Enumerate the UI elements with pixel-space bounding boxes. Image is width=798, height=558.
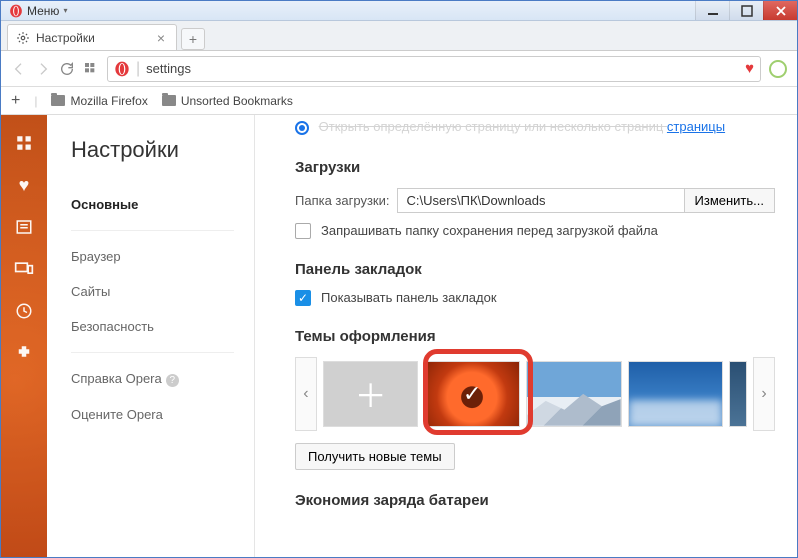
maximize-button[interactable] (729, 1, 763, 20)
page-title: Настройки (71, 137, 254, 163)
sidebar-item-security[interactable]: Безопасность (71, 309, 254, 344)
rail-speed-dial-icon[interactable] (14, 133, 34, 153)
carousel-next-button[interactable]: › (753, 357, 775, 431)
startup-option-row[interactable]: Открыть определённую страницу или нескол… (295, 115, 775, 137)
chevron-down-icon: ▾ (63, 6, 67, 15)
rail-news-icon[interactable] (14, 217, 34, 237)
theme-option-selected[interactable]: ✓ (424, 361, 520, 427)
speed-dial-button[interactable] (83, 61, 99, 77)
reload-button[interactable] (59, 61, 75, 77)
settings-sidebar: Настройки Основные Браузер Сайты Безопас… (47, 115, 255, 557)
sync-button[interactable] (769, 60, 787, 78)
new-tab-button[interactable]: + (181, 28, 205, 50)
get-themes-button[interactable]: Получить новые темы (295, 443, 455, 470)
body-area: ♥ Настройки Основные Браузер Сайты Безоп… (1, 115, 797, 557)
download-folder-input[interactable] (397, 188, 684, 213)
menu-label: Меню (27, 4, 59, 18)
opera-menu-button[interactable]: Меню ▾ (1, 1, 75, 20)
bookmark-label: Mozilla Firefox (70, 94, 147, 108)
sidebar-item-sites[interactable]: Сайты (71, 274, 254, 309)
toolbar: | ♥ (1, 51, 797, 87)
opera-logo-icon (9, 4, 23, 18)
show-bookmarks-bar-row[interactable]: Показывать панель закладок (295, 290, 775, 306)
address-input[interactable] (146, 61, 739, 76)
sidebar-item-browser[interactable]: Браузер (71, 239, 254, 274)
back-button[interactable] (11, 61, 27, 77)
checkbox-label: Запрашивать папку сохранения перед загру… (321, 223, 658, 238)
tab-strip: Настройки × + (1, 21, 797, 51)
window-controls (695, 1, 797, 20)
theme-option[interactable] (526, 361, 622, 427)
change-folder-button[interactable]: Изменить... (685, 188, 775, 213)
ask-before-download-row[interactable]: Запрашивать папку сохранения перед загру… (295, 223, 775, 239)
address-bar[interactable]: | ♥ (107, 56, 761, 82)
folder-icon (51, 95, 65, 106)
bookmarks-bar: + | Mozilla Firefox Unsorted Bookmarks (1, 87, 797, 115)
section-bookmarks-heading: Панель закладок (295, 261, 775, 278)
help-icon: ? (166, 374, 179, 387)
left-rail: ♥ (1, 115, 47, 557)
themes-carousel: ‹ ＋ ✓ › (295, 357, 775, 431)
section-downloads-heading: Загрузки (295, 159, 775, 176)
radio-icon (295, 121, 309, 135)
tab-title: Настройки (36, 31, 95, 45)
bookmark-label: Unsorted Bookmarks (181, 94, 293, 108)
close-button[interactable] (763, 1, 797, 20)
theme-add-button[interactable]: ＋ (323, 361, 419, 427)
bookmark-folder[interactable]: Mozilla Firefox (51, 94, 147, 108)
tab-settings[interactable]: Настройки × (7, 24, 177, 50)
download-folder-label: Папка загрузки: (295, 188, 397, 213)
rail-heart-icon[interactable]: ♥ (14, 175, 34, 195)
download-folder-row: Папка загрузки: Изменить... (295, 188, 775, 213)
gear-icon (16, 31, 30, 45)
folder-icon (162, 95, 176, 106)
settings-content: Открыть определённую страницу или нескол… (255, 115, 797, 557)
titlebar: Меню ▾ (1, 1, 797, 21)
check-icon: ✓ (425, 362, 519, 426)
rail-history-icon[interactable] (14, 301, 34, 321)
sidebar-item-basic[interactable]: Основные (71, 187, 254, 222)
bookmark-folder[interactable]: Unsorted Bookmarks (162, 94, 293, 108)
sidebar-item-help[interactable]: Справка Opera? (71, 361, 254, 397)
minimize-button[interactable] (695, 1, 729, 20)
checkbox-checked[interactable] (295, 290, 311, 306)
opera-logo-icon (114, 61, 130, 77)
forward-button[interactable] (35, 61, 51, 77)
rail-devices-icon[interactable] (14, 259, 34, 279)
tab-close-button[interactable]: × (154, 30, 168, 46)
rail-extensions-icon[interactable] (14, 343, 34, 363)
section-battery-heading: Экономия заряда батареи (295, 492, 775, 509)
theme-option-partial[interactable] (729, 361, 747, 427)
checkbox-unchecked[interactable] (295, 223, 311, 239)
sidebar-item-rate[interactable]: Оцените Opera (71, 397, 254, 432)
section-themes-heading: Темы оформления (295, 328, 775, 345)
theme-option[interactable] (628, 361, 724, 427)
set-pages-link[interactable]: страницы (667, 119, 725, 134)
browser-window: Меню ▾ Настройки × + | ♥ (0, 0, 798, 558)
checkbox-label: Показывать панель закладок (321, 290, 497, 305)
carousel-prev-button[interactable]: ‹ (295, 357, 317, 431)
bookmark-heart-icon[interactable]: ♥ (745, 60, 754, 77)
add-bookmark-button[interactable]: + (11, 92, 20, 110)
